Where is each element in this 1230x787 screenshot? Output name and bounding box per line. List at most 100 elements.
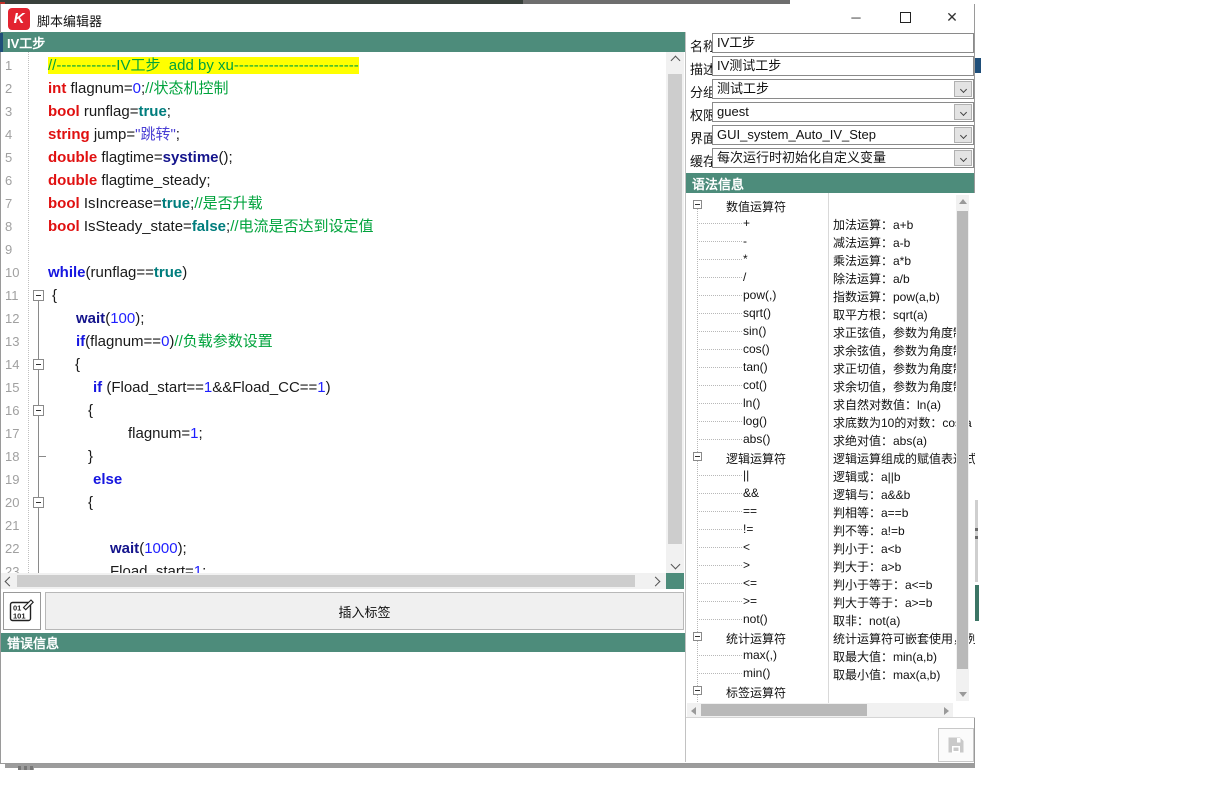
tree-row[interactable]: cos()求余弦值，参数为角度制: — [686, 340, 956, 358]
scroll-down-button[interactable] — [666, 556, 684, 573]
tree-item-label[interactable]: tan() — [743, 360, 768, 374]
code-line[interactable] — [1, 514, 661, 537]
code-line[interactable]: Fload_start=1; — [1, 560, 661, 573]
form-select[interactable]: guest — [712, 102, 974, 122]
tree-item-label[interactable]: > — [743, 558, 750, 572]
code-line[interactable]: flagnum=1; — [1, 422, 661, 445]
editor-horizontal-scrollbar[interactable] — [1, 573, 666, 589]
tree-item-label[interactable]: != — [743, 522, 753, 536]
triangle-left-icon[interactable] — [691, 707, 696, 715]
dropdown-button[interactable] — [954, 104, 972, 120]
tree-item-label[interactable]: not() — [743, 612, 768, 626]
tree-item-label[interactable]: sin() — [743, 324, 766, 338]
tree-row[interactable]: tan()求正切值，参数为角度制: — [686, 358, 956, 376]
tree-item-label[interactable]: log() — [743, 414, 767, 428]
tree-row[interactable]: 标签运算符 — [686, 682, 956, 700]
code-line[interactable]: double flagtime=systime(); — [1, 146, 661, 169]
code-line[interactable]: if (Fload_start==1&&Fload_CC==1) — [1, 376, 661, 399]
tree-collapse-box[interactable] — [693, 686, 702, 695]
syntax-tree[interactable]: 数值运算符+加法运算：a+b-减法运算：a-b*乘法运算：a*b/除法运算：a/… — [686, 193, 975, 718]
tree-row[interactable]: !=判不等：a!=b — [686, 520, 956, 538]
scroll-up-button[interactable] — [666, 52, 684, 69]
tree-row[interactable]: /除法运算：a/b — [686, 268, 956, 286]
code-line[interactable]: while(runflag==true) — [1, 261, 661, 284]
tree-item-label[interactable]: 标签运算符 — [726, 684, 786, 701]
tree-item-label[interactable]: + — [743, 216, 750, 230]
dropdown-button[interactable] — [954, 127, 972, 143]
tree-item-label[interactable]: ln() — [743, 396, 760, 410]
code-line[interactable]: string jump="跳转"; — [1, 123, 661, 146]
code-line[interactable]: { — [1, 491, 661, 514]
titlebar[interactable] — [1, 4, 974, 32]
form-text-input[interactable]: IV测试工步 — [712, 56, 974, 76]
scrollbar-thumb[interactable] — [701, 704, 867, 716]
tree-row[interactable]: abs()求绝对值：abs(a) — [686, 430, 956, 448]
tree-row[interactable]: not()取非：not(a) — [686, 610, 956, 628]
tree-item-label[interactable]: cot() — [743, 378, 767, 392]
save-button[interactable] — [938, 728, 974, 762]
insert-binary-label-button[interactable]: 01 101 — [3, 592, 41, 630]
tree-collapse-box[interactable] — [693, 632, 702, 641]
code-line[interactable]: wait(1000); — [1, 537, 661, 560]
code-line[interactable]: else — [1, 468, 661, 491]
form-select[interactable]: 每次运行时初始化自定义变量 — [712, 148, 974, 168]
code-line[interactable]: double flagtime_steady; — [1, 169, 661, 192]
tree-row[interactable]: <=判小于等于：a<=b — [686, 574, 956, 592]
tree-row[interactable]: &&逻辑与：a&&b — [686, 484, 956, 502]
tree-item-label[interactable]: || — [743, 468, 749, 482]
editor-vertical-scrollbar[interactable] — [666, 52, 684, 573]
tree-row[interactable]: >=判大于等于：a>=b — [686, 592, 956, 610]
tree-item-label[interactable]: && — [743, 486, 759, 500]
tree-horizontal-scrollbar[interactable] — [687, 703, 953, 717]
scroll-left-button[interactable] — [1, 573, 17, 589]
tree-row[interactable]: min()取最小值：max(a,b) — [686, 664, 956, 682]
tree-row[interactable]: log()求底数为10的对数：cos(a — [686, 412, 956, 430]
code-editor[interactable]: 1234567891011121314151617181920212223 //… — [1, 52, 666, 573]
tree-item-label[interactable]: == — [743, 504, 757, 518]
scroll-right-button[interactable] — [647, 573, 663, 589]
dropdown-button[interactable] — [954, 150, 972, 166]
tree-item-label[interactable]: >= — [743, 594, 757, 608]
code-line[interactable]: { — [1, 284, 661, 307]
code-line[interactable]: { — [1, 353, 661, 376]
dropdown-button[interactable] — [954, 81, 972, 97]
tree-row[interactable]: >判大于：a>b — [686, 556, 956, 574]
tree-item-label[interactable]: 数值运算符 — [726, 198, 786, 215]
code-line[interactable]: bool runflag=true; — [1, 100, 661, 123]
form-select[interactable]: GUI_system_Auto_IV_Step — [712, 125, 974, 145]
code-line[interactable]: int flagnum=0;//状态机控制 — [1, 77, 661, 100]
tree-row[interactable]: 数值运算符 — [686, 196, 956, 214]
tree-item-label[interactable]: < — [743, 540, 750, 554]
tree-item-label[interactable]: <= — [743, 576, 757, 590]
code-line[interactable]: bool IsIncrease=true;//是否升载 — [1, 192, 661, 215]
tree-item-label[interactable]: cos() — [743, 342, 770, 356]
tree-vertical-scrollbar[interactable] — [956, 195, 969, 701]
minimize-button[interactable]: ─ — [840, 5, 872, 29]
tree-row[interactable]: <判小于：a<b — [686, 538, 956, 556]
code-line[interactable]: bool IsSteady_state=false;//电流是否达到设定值 — [1, 215, 661, 238]
tree-row[interactable]: 逻辑运算符逻辑运算组成的赋值表达式 — [686, 448, 956, 466]
code-line[interactable]: if(flagnum==0)//负载参数设置 — [1, 330, 661, 353]
tree-row[interactable]: sin()求正弦值，参数为角度制: — [686, 322, 956, 340]
tree-item-label[interactable]: pow(,) — [743, 288, 776, 302]
maximize-button[interactable] — [889, 5, 921, 29]
code-line[interactable]: } — [1, 445, 661, 468]
form-select[interactable]: 测试工步 — [712, 79, 974, 99]
tree-row[interactable]: sqrt()取平方根：sqrt(a) — [686, 304, 956, 322]
tree-row[interactable]: pow(,)指数运算：pow(a,b) — [686, 286, 956, 304]
tree-row[interactable]: ln()求自然对数值：ln(a) — [686, 394, 956, 412]
tree-row[interactable]: +加法运算：a+b — [686, 214, 956, 232]
tree-row[interactable]: ==判相等：a==b — [686, 502, 956, 520]
tree-item-label[interactable]: * — [743, 252, 748, 266]
code-line[interactable] — [1, 238, 661, 261]
scrollbar-thumb[interactable] — [957, 211, 968, 669]
scrollbar-thumb[interactable] — [17, 575, 635, 587]
tree-row[interactable]: cot()求余切值，参数为角度制: — [686, 376, 956, 394]
form-text-input[interactable]: IV工步 — [712, 33, 974, 53]
tree-item-label[interactable]: 统计运算符 — [726, 630, 786, 647]
tree-collapse-box[interactable] — [693, 452, 702, 461]
tree-item-label[interactable]: 逻辑运算符 — [726, 450, 786, 467]
insert-tag-button[interactable]: 插入标签 — [45, 592, 684, 630]
close-button[interactable]: ✕ — [936, 5, 968, 29]
tree-collapse-box[interactable] — [693, 200, 702, 209]
